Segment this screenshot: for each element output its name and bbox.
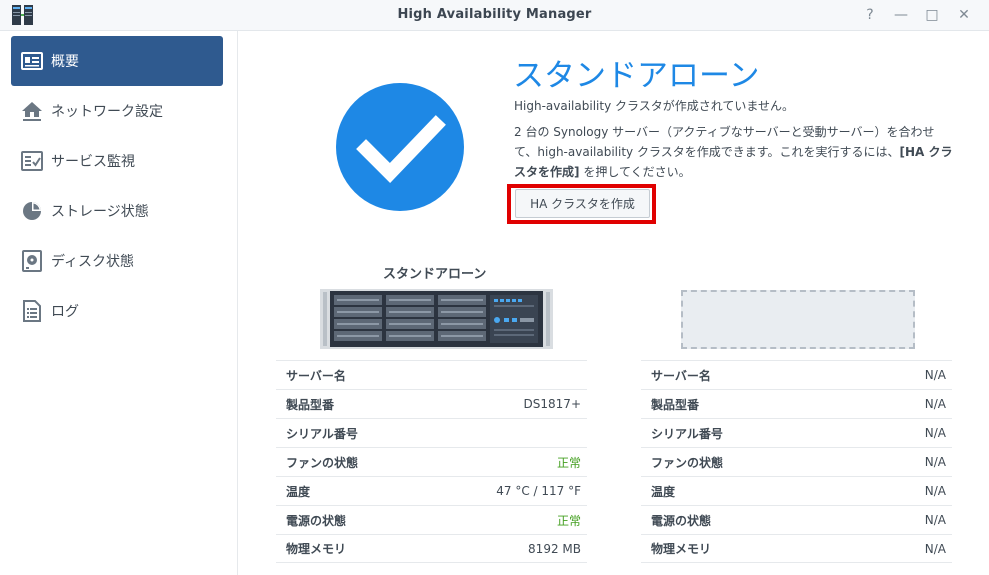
sidebar-item-label: ストレージ状態 — [51, 204, 149, 220]
info-value: 正常 — [556, 455, 581, 470]
active-server-info-table: サーバー名 製品型番 DS1817+ シリアル番号 ファンの状態 正常 温度 47 °C / … — [276, 360, 587, 563]
info-value: N/A — [924, 541, 946, 556]
info-label: ファンの状態 — [651, 455, 724, 470]
maximize-icon[interactable]: □ — [922, 5, 942, 25]
info-label: サーバー名 — [651, 368, 711, 383]
info-row: 電源の状態 N/A — [641, 505, 952, 534]
info-value: N/A — [924, 426, 946, 440]
info-label: 製品型番 — [286, 397, 335, 412]
status-title: スタンドアローン — [513, 58, 760, 94]
info-row: 物理メモリ 8192 MB — [276, 534, 587, 563]
info-value: 正常 — [556, 513, 581, 528]
status-description: High-availability クラスタが作成されていません。 — [514, 99, 795, 113]
sidebar-item-label: ログ — [51, 304, 79, 320]
passive-server-placeholder — [681, 290, 915, 349]
info-row: 電源の状態 正常 — [276, 505, 587, 534]
nas-server-icon — [320, 289, 553, 349]
info-row: シリアル番号 — [276, 418, 587, 447]
log-icon — [21, 300, 43, 322]
drive-bay-handle — [441, 311, 483, 313]
info-value: DS1817+ — [523, 397, 581, 411]
info-value: N/A — [924, 513, 946, 527]
help-icon[interactable]: ? — [860, 5, 880, 25]
drive-bay-handle — [389, 311, 431, 313]
info-value: N/A — [924, 484, 946, 498]
info-label: 電源の状態 — [651, 513, 712, 528]
info-value: 8192 MB — [528, 541, 581, 556]
info-label: シリアル番号 — [651, 426, 723, 441]
sidebar-item-label: サービス監視 — [51, 154, 135, 170]
info-label: 温度 — [286, 484, 311, 499]
sidebar-item-service-monitor[interactable]: サービス監視 — [11, 136, 223, 186]
sidebar-item-network[interactable]: ネットワーク設定 — [11, 86, 223, 136]
drive-bay-handle — [389, 299, 431, 301]
sidebar-item-overview[interactable]: 概要 — [11, 36, 223, 86]
passive-server-info-table: サーバー名 N/A 製品型番 N/A シリアル番号 N/A ファンの状態 N/A 温度 N/A 電源… — [641, 360, 952, 563]
create-ha-cluster-button[interactable]: HA クラスタを作成 — [515, 189, 650, 218]
close-icon[interactable]: ✕ — [954, 5, 974, 25]
info-row: 製品型番 DS1817+ — [276, 389, 587, 418]
minimize-icon[interactable]: — — [891, 5, 911, 25]
info-label: 物理メモリ — [651, 542, 712, 556]
info-row: シリアル番号 N/A — [641, 418, 952, 447]
drive-bay-handle — [389, 335, 431, 337]
info-row: ファンの状態 N/A — [641, 447, 952, 476]
info-row: 温度 N/A — [641, 476, 952, 505]
title-bar: High Availability Manager ? — □ ✕ — [0, 0, 989, 31]
sidebar-item-log[interactable]: ログ — [11, 286, 223, 336]
storage-pie-icon — [21, 200, 43, 222]
info-value: N/A — [924, 455, 946, 469]
disk-icon — [21, 250, 43, 272]
standalone-check-icon — [336, 83, 464, 211]
instruction-text: 2 台の Synology サーバー（アクティブなサーバーと受動サーバー）を合わ… — [514, 122, 954, 182]
drive-bay-handle — [441, 335, 483, 337]
drive-bay-handle — [337, 299, 379, 301]
info-label: シリアル番号 — [286, 426, 358, 441]
sidebar-item-storage-status[interactable]: ストレージ状態 — [11, 186, 223, 236]
sidebar-item-label: 概要 — [51, 54, 79, 70]
sidebar: 概要 ネットワーク設定 サービス監視 ストレージ状態 ディスク状態 ログ — [0, 31, 238, 575]
info-row: 物理メモリ N/A — [641, 534, 952, 563]
server-caption: スタンドアローン — [383, 267, 487, 282]
info-value: N/A — [924, 397, 946, 411]
sidebar-item-disk-status[interactable]: ディスク状態 — [11, 236, 223, 286]
info-row: サーバー名 — [276, 360, 587, 389]
instruction-prefix: 2 台の Synology サーバー（アクティブなサーバーと受動サーバー）を合わ… — [514, 125, 935, 159]
info-label: 製品型番 — [651, 397, 700, 412]
drive-bay-handle — [441, 323, 483, 325]
overview-card-icon — [21, 50, 43, 72]
info-label: ファンの状態 — [286, 455, 359, 470]
service-monitor-icon — [21, 150, 43, 172]
drive-bay-handle — [389, 323, 431, 325]
sidebar-item-label: ネットワーク設定 — [51, 104, 163, 120]
info-label: サーバー名 — [286, 368, 346, 383]
info-value: 47 °C / 117 °F — [496, 484, 581, 498]
network-home-icon — [21, 100, 43, 122]
drive-bay-handle — [337, 311, 379, 313]
info-row: 温度 47 °C / 117 °F — [276, 476, 587, 505]
drive-bay-handle — [441, 299, 483, 301]
info-value: N/A — [924, 368, 946, 382]
drive-bay-handle — [337, 323, 379, 325]
drive-bay-handle — [337, 335, 379, 337]
sidebar-item-label: ディスク状態 — [51, 254, 135, 270]
window-title: High Availability Manager — [397, 7, 592, 22]
info-label: 物理メモリ — [286, 542, 347, 556]
info-label: 温度 — [651, 484, 676, 499]
info-label: 電源の状態 — [286, 513, 347, 528]
info-row: ファンの状態 正常 — [276, 447, 587, 476]
info-row: サーバー名 N/A — [641, 360, 952, 389]
info-row: 製品型番 N/A — [641, 389, 952, 418]
instruction-suffix: を押してください。 — [579, 165, 691, 179]
